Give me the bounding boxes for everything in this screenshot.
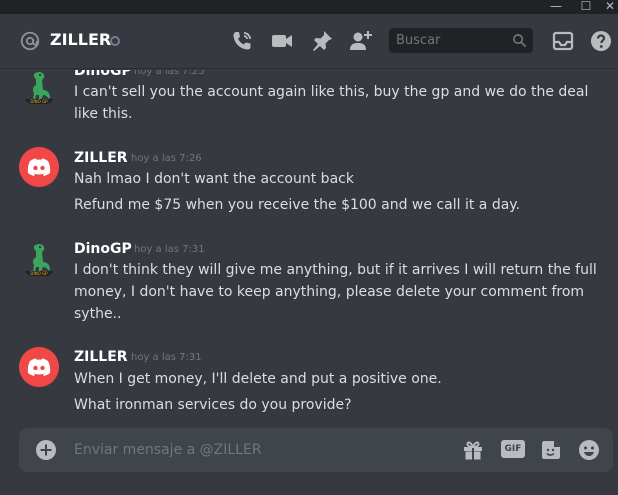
message-text: Nah lmao I don't want the account back: [74, 171, 354, 187]
message-author[interactable]: DinoGP: [74, 70, 132, 80]
status-indicator: [110, 36, 120, 46]
channel-title: ZILLER: [50, 30, 112, 49]
add-member-icon[interactable]: [349, 29, 373, 53]
gift-icon[interactable]: [461, 438, 485, 462]
message-input[interactable]: Enviar mensaje a @ZILLER: [74, 440, 262, 460]
video-call-icon[interactable]: [270, 29, 294, 53]
message-author[interactable]: ZILLER: [74, 348, 128, 366]
window-titlebar: — ☐ ✕: [0, 0, 618, 14]
message-text: like this.: [74, 106, 133, 122]
message-text: I don't think they will give me anything…: [74, 262, 597, 278]
search-input[interactable]: Buscar: [389, 28, 533, 53]
help-icon[interactable]: [589, 29, 613, 53]
search-icon: [513, 34, 527, 48]
svg-text:DINO GP: DINO GP: [30, 271, 48, 276]
emoji-icon[interactable]: [577, 438, 601, 462]
message-text: When I get money, I'll delete and put a …: [74, 371, 442, 387]
message-timestamp: hoy a las 7:25: [134, 70, 205, 77]
message-text: sythe..: [74, 306, 122, 322]
svg-text:DINO GP: DINO GP: [30, 99, 48, 104]
minimize-button[interactable]: —: [544, 0, 568, 14]
message-list: DINO GP DinoGP hoy a las 7:25 I can't se…: [0, 70, 618, 422]
dino-avatar[interactable]: DINO GP: [19, 238, 59, 278]
message-text: money, I don't have to keep anything, pl…: [74, 284, 585, 300]
pin-icon[interactable]: [310, 29, 334, 53]
maximize-button[interactable]: ☐: [574, 0, 598, 14]
message-author[interactable]: ZILLER: [74, 149, 128, 167]
search-placeholder: Buscar: [396, 33, 441, 48]
dino-avatar[interactable]: DINO GP: [19, 70, 59, 106]
message-composer[interactable]: Enviar mensaje a @ZILLER GIF: [19, 428, 613, 472]
message-text: What ironman services do you provide?: [74, 397, 352, 413]
close-button[interactable]: ✕: [598, 0, 618, 14]
message-text: Refund me $75 when you receive the $100 …: [74, 197, 521, 213]
message-timestamp: hoy a las 7:31: [131, 352, 202, 363]
call-icon[interactable]: [230, 29, 254, 53]
sticker-icon[interactable]: [539, 438, 563, 462]
discord-avatar[interactable]: [19, 347, 59, 387]
message-timestamp: hoy a las 7:31: [134, 244, 205, 255]
message-text: I can't sell you the account again like …: [74, 84, 589, 100]
add-attachment-icon[interactable]: [35, 439, 57, 461]
inbox-icon[interactable]: [551, 29, 575, 53]
discord-avatar[interactable]: [19, 147, 59, 187]
message-timestamp: hoy a las 7:26: [131, 153, 202, 164]
at-sign-icon: [20, 31, 40, 51]
message-author[interactable]: DinoGP: [74, 240, 132, 258]
channel-header: ZILLER Buscar: [0, 14, 618, 69]
gif-button[interactable]: GIF: [501, 440, 525, 458]
